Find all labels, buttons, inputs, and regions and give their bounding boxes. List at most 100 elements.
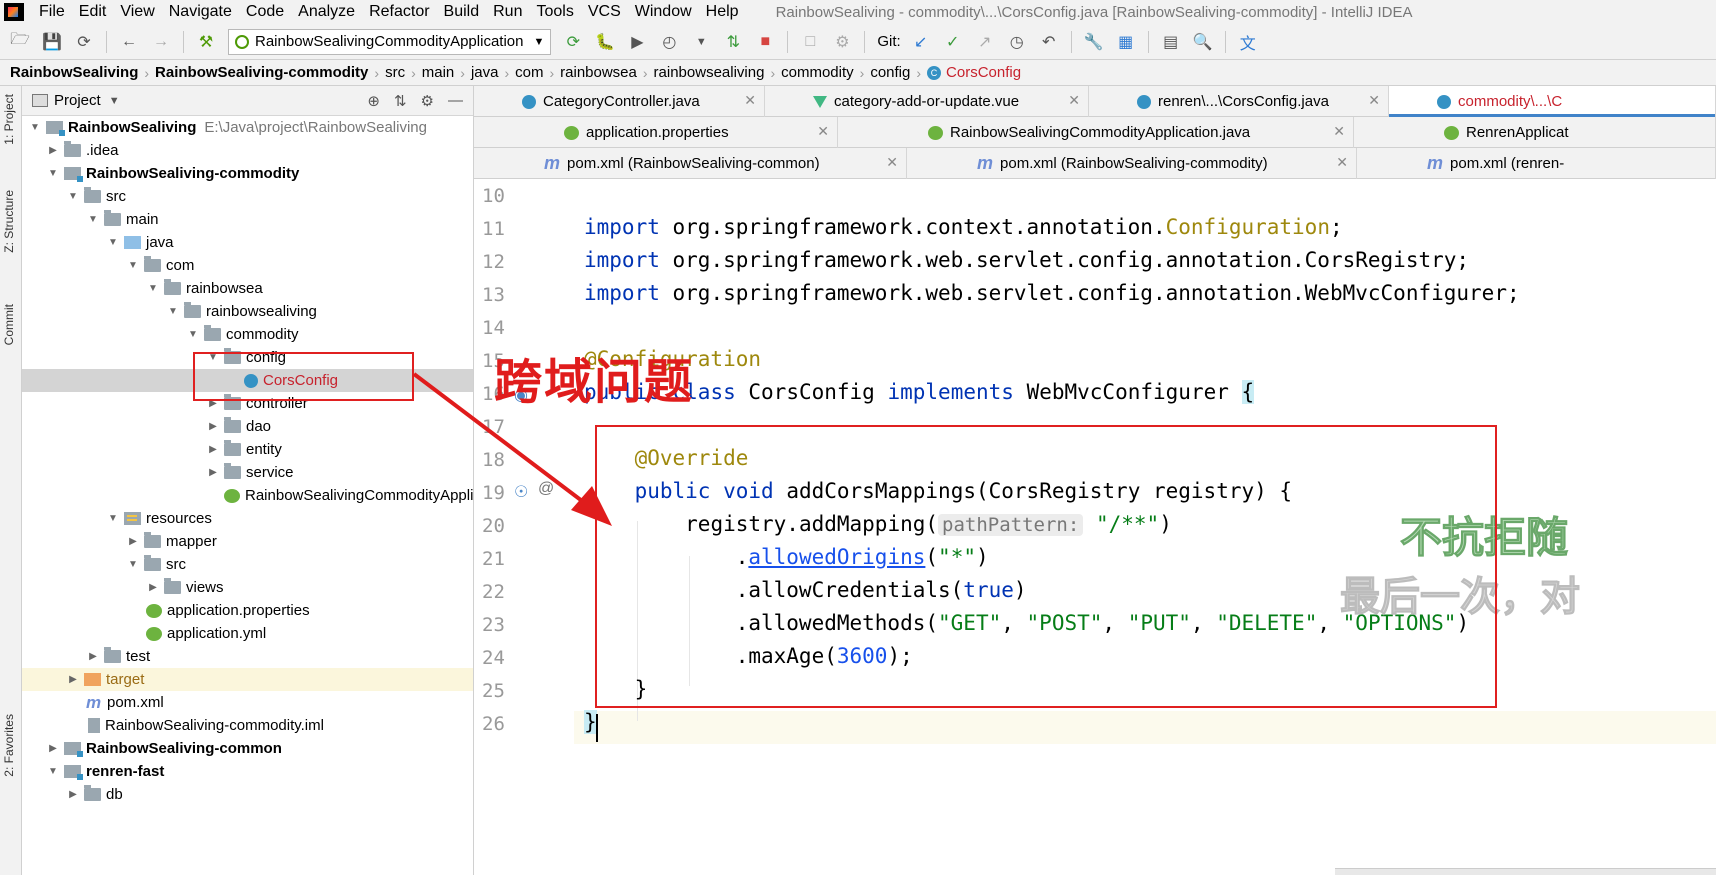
project-structure-icon[interactable]: ▦ [1113, 29, 1139, 55]
menu-window[interactable]: Window [628, 0, 699, 24]
tree-item-rainbowsea[interactable]: ▼ rainbowsea [22, 277, 473, 300]
tool-tab-favorites[interactable]: 2: Favorites [2, 714, 16, 777]
gear-icon[interactable]: ⚙ [421, 92, 434, 110]
forward-icon[interactable]: → [148, 29, 174, 55]
expand-arrow-icon[interactable]: ▼ [86, 214, 100, 225]
expand-arrow-icon[interactable]: ▼ [106, 513, 120, 524]
collapse-arrow-icon[interactable]: ▶ [206, 467, 220, 478]
expand-arrow-icon[interactable]: ▼ [146, 283, 160, 294]
tree-item-com[interactable]: ▼ com [22, 254, 473, 277]
expand-arrow-icon[interactable]: ▼ [106, 237, 120, 248]
run-configuration-select[interactable]: RainbowSealivingCommodityApplication ▼ [228, 28, 552, 55]
expand-arrow-icon[interactable]: ▼ [126, 260, 140, 271]
coverage-icon[interactable]: ▶ [624, 29, 650, 55]
profile-icon[interactable]: ◴ [656, 29, 682, 55]
expand-arrow-icon[interactable]: ▼ [166, 306, 180, 317]
tree-item-dao[interactable]: ▶ dao [22, 415, 473, 438]
tab-commodity-corsconfig[interactable]: commodity\...\C [1389, 86, 1716, 117]
close-icon[interactable]: ✕ [1336, 154, 1348, 171]
debug-icon[interactable]: 🐛 [592, 29, 618, 55]
breadcrumb-item[interactable]: config [870, 64, 910, 81]
build-hammer-icon[interactable]: ⚒ [193, 29, 219, 55]
menu-build[interactable]: Build [437, 0, 487, 24]
git-commit-icon[interactable]: ✓ [940, 29, 966, 55]
chevron-down-icon[interactable]: ▼ [109, 95, 120, 107]
close-icon[interactable]: ✕ [1333, 123, 1345, 140]
collapse-arrow-icon[interactable]: ▶ [46, 743, 60, 754]
tree-item-test[interactable]: ▶ test [22, 645, 473, 668]
breadcrumb-item[interactable]: RainbowSealiving-commodity [155, 64, 368, 81]
tree-item-mapper[interactable]: ▶ mapper [22, 530, 473, 553]
breadcrumb-item[interactable]: rainbowsealiving [654, 64, 765, 81]
open-folder-icon[interactable]: 🗁 [7, 29, 33, 55]
collapse-arrow-icon[interactable]: ▶ [66, 789, 80, 800]
expand-arrow-icon[interactable]: ▼ [28, 122, 42, 133]
menu-view[interactable]: View [113, 0, 161, 24]
tree-item-rainbowsealiving-pkg[interactable]: ▼ rainbowsealiving [22, 300, 473, 323]
tab-pom-common[interactable]: m pom.xml (RainbowSealiving-common) ✕ [474, 148, 907, 179]
breadcrumb-item[interactable]: main [422, 64, 455, 81]
tree-item-rainbowsealiving-commodity[interactable]: ▼ RainbowSealiving-commodity [22, 162, 473, 185]
tree-item-res-src[interactable]: ▼ src [22, 553, 473, 576]
update-running-icon[interactable]: ⇅ [720, 29, 746, 55]
menu-file[interactable]: File [32, 0, 72, 24]
breadcrumb-item[interactable]: java [471, 64, 499, 81]
tree-item-application-yml[interactable]: application.yml [22, 622, 473, 645]
tab-renren-corsconfig[interactable]: renren\...\CorsConfig.java ✕ [1089, 86, 1389, 117]
collapse-arrow-icon[interactable]: ▶ [146, 582, 160, 593]
git-history-icon[interactable]: ◷ [1004, 29, 1030, 55]
breadcrumb-item[interactable]: com [515, 64, 543, 81]
breadcrumb-item[interactable]: commodity [781, 64, 854, 81]
expand-arrow-icon[interactable]: ▼ [126, 559, 140, 570]
expand-arrow-icon[interactable]: ▼ [186, 329, 200, 340]
tab-application-properties[interactable]: application.properties ✕ [474, 117, 838, 148]
attach-debugger-icon[interactable]: □ [797, 29, 823, 55]
collapse-arrow-icon[interactable]: ▶ [66, 674, 80, 685]
tree-item-renren-fast[interactable]: ▼ renren-fast [22, 760, 473, 783]
rerun-icon[interactable]: ⟳ [560, 29, 586, 55]
hide-panel-icon[interactable]: — [448, 92, 463, 110]
tree-item-commodity[interactable]: ▼ commodity [22, 323, 473, 346]
settings-wrench-icon[interactable]: 🔧 [1081, 29, 1107, 55]
tool-tab-structure[interactable]: Z: Structure [2, 190, 16, 253]
git-push-icon[interactable]: ↗ [972, 29, 998, 55]
close-icon[interactable]: ✕ [886, 154, 898, 171]
menu-edit[interactable]: Edit [72, 0, 114, 24]
breadcrumb-current[interactable]: CorsConfig [946, 64, 1021, 81]
search-icon[interactable]: 🔍 [1190, 29, 1216, 55]
tree-item-entity[interactable]: ▶ entity [22, 438, 473, 461]
tree-item-target[interactable]: ▶ target [22, 668, 473, 691]
collapse-arrow-icon[interactable]: ▶ [206, 421, 220, 432]
close-icon[interactable]: ✕ [744, 92, 756, 109]
tree-item-service[interactable]: ▶ service [22, 461, 473, 484]
collapse-arrow-icon[interactable]: ▶ [206, 444, 220, 455]
expand-arrow-icon[interactable]: ▼ [46, 168, 60, 179]
tab-application-java[interactable]: RainbowSealivingCommodityApplication.jav… [838, 117, 1354, 148]
expand-arrow-icon[interactable]: ▼ [46, 766, 60, 777]
menu-navigate[interactable]: Navigate [162, 0, 239, 24]
locate-file-icon[interactable]: ⊕ [367, 92, 380, 110]
menu-analyze[interactable]: Analyze [291, 0, 362, 24]
tree-item-db[interactable]: ▶ db [22, 783, 473, 806]
tree-item-iml[interactable]: RainbowSealiving-commodity.iml [22, 714, 473, 737]
tree-item-application-properties[interactable]: application.properties [22, 599, 473, 622]
terminal-icon[interactable]: ▤ [1158, 29, 1184, 55]
project-panel-title[interactable]: Project [54, 92, 101, 109]
collapse-arrow-icon[interactable]: ▶ [86, 651, 100, 662]
breadcrumb-item[interactable]: src [385, 64, 405, 81]
collapse-arrow-icon[interactable]: ▶ [46, 145, 60, 156]
tree-item-application-class[interactable]: RainbowSealivingCommodityApplication [22, 484, 473, 507]
collapse-arrow-icon[interactable]: ▶ [126, 536, 140, 547]
tree-item-java[interactable]: ▼ java [22, 231, 473, 254]
menu-help[interactable]: Help [699, 0, 746, 24]
tree-item-pom[interactable]: m pom.xml [22, 691, 473, 714]
collapse-all-icon[interactable]: ⇅ [394, 92, 407, 110]
menu-code[interactable]: Code [239, 0, 291, 24]
tree-item-idea[interactable]: ▶ .idea [22, 139, 473, 162]
tree-item-src[interactable]: ▼ src [22, 185, 473, 208]
close-icon[interactable]: ✕ [1368, 92, 1380, 109]
tree-item-views[interactable]: ▶ views [22, 576, 473, 599]
breadcrumb-item[interactable]: RainbowSealiving [10, 64, 138, 81]
tab-renren-application[interactable]: RenrenApplicat [1354, 117, 1716, 148]
close-icon[interactable]: ✕ [1068, 92, 1080, 109]
